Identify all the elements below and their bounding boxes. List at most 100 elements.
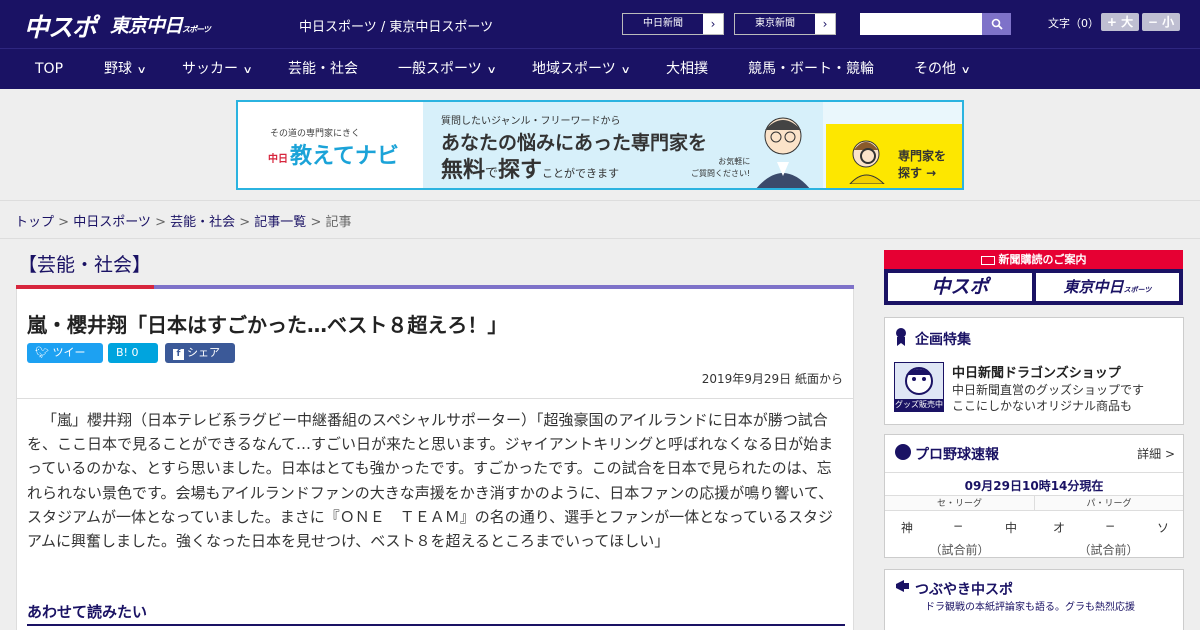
breadcrumb-sep: > [150,215,171,230]
nav-item-entertainment[interactable]: 芸能・社会 [288,49,358,90]
chevron-down-icon: ∨ [620,65,631,76]
nav-label: TOP [35,61,64,77]
font-increase-button[interactable]: + 大 [1101,13,1139,31]
tweet-chuspo-subtitle: ドラ観戦の本紙評論家も語る。グラも熱烈応援 [925,602,1135,613]
nav-label: サッカー [182,61,238,77]
ad-line1: 質問したいジャンル・フリーワードから [441,116,621,127]
ad-brand-text: 教えてナビ [290,144,399,169]
ad-cta-text: 専門家を 探す → [898,148,946,182]
subscribe-tokyo-logo[interactable]: 東京中日スポーツ [1036,273,1179,301]
pacific-score: − [1105,519,1116,533]
ad-line4: お気軽に ご質問ください! [691,156,750,180]
site-title[interactable]: 中日スポーツ / 東京中日スポーツ [299,16,493,35]
chevron-right-icon: › [703,14,723,34]
chevron-right-icon: › [815,14,835,34]
article-date: 2019年9月29日 紙面から [701,372,843,386]
tweet-chuspo-title[interactable]: つぶやき中スポ [915,579,1013,599]
dragons-shop-image[interactable]: グッズ販売中 [894,362,944,412]
search-button[interactable] [982,13,1011,35]
tokyo-chunichi-logo[interactable]: 東京中日スポーツ [110,11,211,38]
ad-brand-chu: 中日 [268,153,288,165]
ad-area: その道の専門家にきく 中日教えてナビ 質問したいジャンル・フリーワードから あな… [0,89,1200,200]
baseball-scores-card: プロ野球速報 詳細 > 09月29日10時14分現在 セ・リーグ パ・リーグ 神… [884,434,1184,558]
main-nav: TOP 野球 ∨ サッカー ∨ 芸能・社会 一般スポーツ ∨ 地域スポーツ ∨ 大相撲 … [0,48,1200,89]
nav-label: 地域スポーツ [532,61,616,77]
shop-desc-line2: ここにしかないオリジナル商品も [952,399,1133,413]
search-input[interactable] [860,13,982,35]
search-icon [991,18,1003,30]
subscription-heading[interactable]: 新聞購読のご案内 [884,250,1183,269]
font-size-label: 文字（0） [1048,17,1099,30]
ad-banner[interactable]: その道の専門家にきく 中日教えてナビ 質問したいジャンル・フリーワードから あな… [236,100,964,190]
nav-item-sumo[interactable]: 大相撲 [666,49,708,90]
nav-label: 野球 [104,61,132,77]
pacific-away-team[interactable]: ソ [1157,519,1169,536]
chunichi-shimbun-link[interactable]: 中日新聞 › [622,13,724,35]
central-league-label: セ・リーグ [885,495,1034,511]
breadcrumb-article-list[interactable]: 記事一覧 [254,215,306,230]
central-home-team[interactable]: 神 [901,519,913,536]
ad-line3-de: で [485,166,499,181]
nav-item-baseball[interactable]: 野球 ∨ [104,49,147,90]
megaphone-icon [896,580,909,592]
baseball-title: プロ野球速報 [915,447,999,463]
tweet-chuspo-card: つぶやき中スポ ドラ観戦の本紙評論家も語る。グラも熱烈応援 [884,569,1184,630]
nav-label: 一般スポーツ [398,61,482,77]
ad-line3: 無料で探すことができます [441,152,619,184]
tokyo-shimbun-link[interactable]: 東京新聞 › [734,13,836,35]
paper-link-label: 中日新聞 [643,18,683,29]
ad-line3-search: 探す [498,158,543,183]
tweet-button[interactable]: 🐦︎ ツイート [27,343,103,379]
nav-item-keiba[interactable]: 競馬・ボート・競輪 [748,49,874,90]
person-illustration-icon [756,117,810,188]
central-score: − [953,519,964,533]
breadcrumb-sep: > [235,215,255,230]
breadcrumb-sep: > [54,215,74,230]
ribbon-icon [896,328,906,346]
shop-name-link[interactable]: 中日新聞ドラゴンズショップ [952,362,1121,381]
breadcrumb-entertainment[interactable]: 芸能・社会 [170,215,235,230]
feature-card: 企画特集 グッズ販売中 中日新聞ドラゴンズショップ 中日新聞直営のグッズショップ… [884,317,1184,425]
ad-brand-name: 中日教えてナビ [268,138,399,170]
subscribe-chuspo-logo[interactable]: 中スポ [888,273,1032,301]
article-title: 嵐・櫻井翔「日本はすごかった…ベスト８超えろ！」 [27,313,508,337]
ad-cta[interactable]: 専門家を 探す → [826,124,962,188]
breadcrumb-bar: トップ > 中日スポーツ > 芸能・社会 > 記事一覧 > 記事 [0,200,1200,239]
divider [17,398,853,399]
hatena-bookmark-button[interactable]: B! 0 [108,343,158,363]
breadcrumb-top[interactable]: トップ [15,215,54,230]
facebook-share-button[interactable]: f シェア 0 [165,343,235,379]
breadcrumb-chunichi-sports[interactable]: 中日スポーツ [73,215,151,230]
nav-label: 競馬・ボート・競輪 [748,61,874,77]
nav-item-other[interactable]: その他 ∨ [914,49,971,90]
nav-item-local-sports[interactable]: 地域スポーツ ∨ [532,49,631,90]
nav-item-general-sports[interactable]: 一般スポーツ ∨ [398,49,497,90]
ad-brand: その道の専門家にきく 中日教えてナビ [238,102,423,188]
score-timestamp: 09月29日10時14分現在 [885,472,1183,494]
subscribe-tokyo-text: 東京中日 [1063,278,1124,296]
nav-label: 大相撲 [666,61,708,77]
baseball-detail-link[interactable]: 詳細 > [1137,445,1175,462]
font-decrease-button[interactable]: − 小 [1142,13,1180,31]
chevron-down-icon: ∨ [136,65,147,76]
tokyo-logo-text: 東京中日 [110,15,183,37]
nav-label: 芸能・社会 [288,61,358,77]
pacific-home-team[interactable]: オ [1053,519,1065,536]
central-away-team[interactable]: 中 [1005,519,1017,536]
magnifier-person-icon [849,140,885,184]
related-underline [27,624,845,626]
ad-cta1: 専門家を [898,149,947,163]
top-bar: 中スポ 東京中日スポーツ 中日スポーツ / 東京中日スポーツ 中日新聞 › 東京… [0,0,1200,48]
nav-item-top[interactable]: TOP [35,49,63,90]
nav-item-soccer[interactable]: サッカー ∨ [182,49,253,90]
chuspo-logo[interactable]: 中スポ [24,8,97,44]
breadcrumb-sep: > [306,215,326,230]
shop-desc-line1: 中日新聞直営のグッズショップです [952,383,1145,397]
shop-image-label: グッズ販売中 [895,399,943,411]
category-heading: 【芸能・社会】 [18,254,152,276]
subscribe-tokyo-small: スポーツ [1123,286,1152,294]
subscription-heading-text: 新聞購読のご案内 [998,253,1087,266]
ad-line3-tail: ことができます [542,167,620,180]
article-body: 「嵐」櫻井翔（日本テレビ系ラグビー中継番組のスペシャルサポーター）「超強豪国のア… [27,411,834,551]
nav-label: その他 [914,61,956,77]
